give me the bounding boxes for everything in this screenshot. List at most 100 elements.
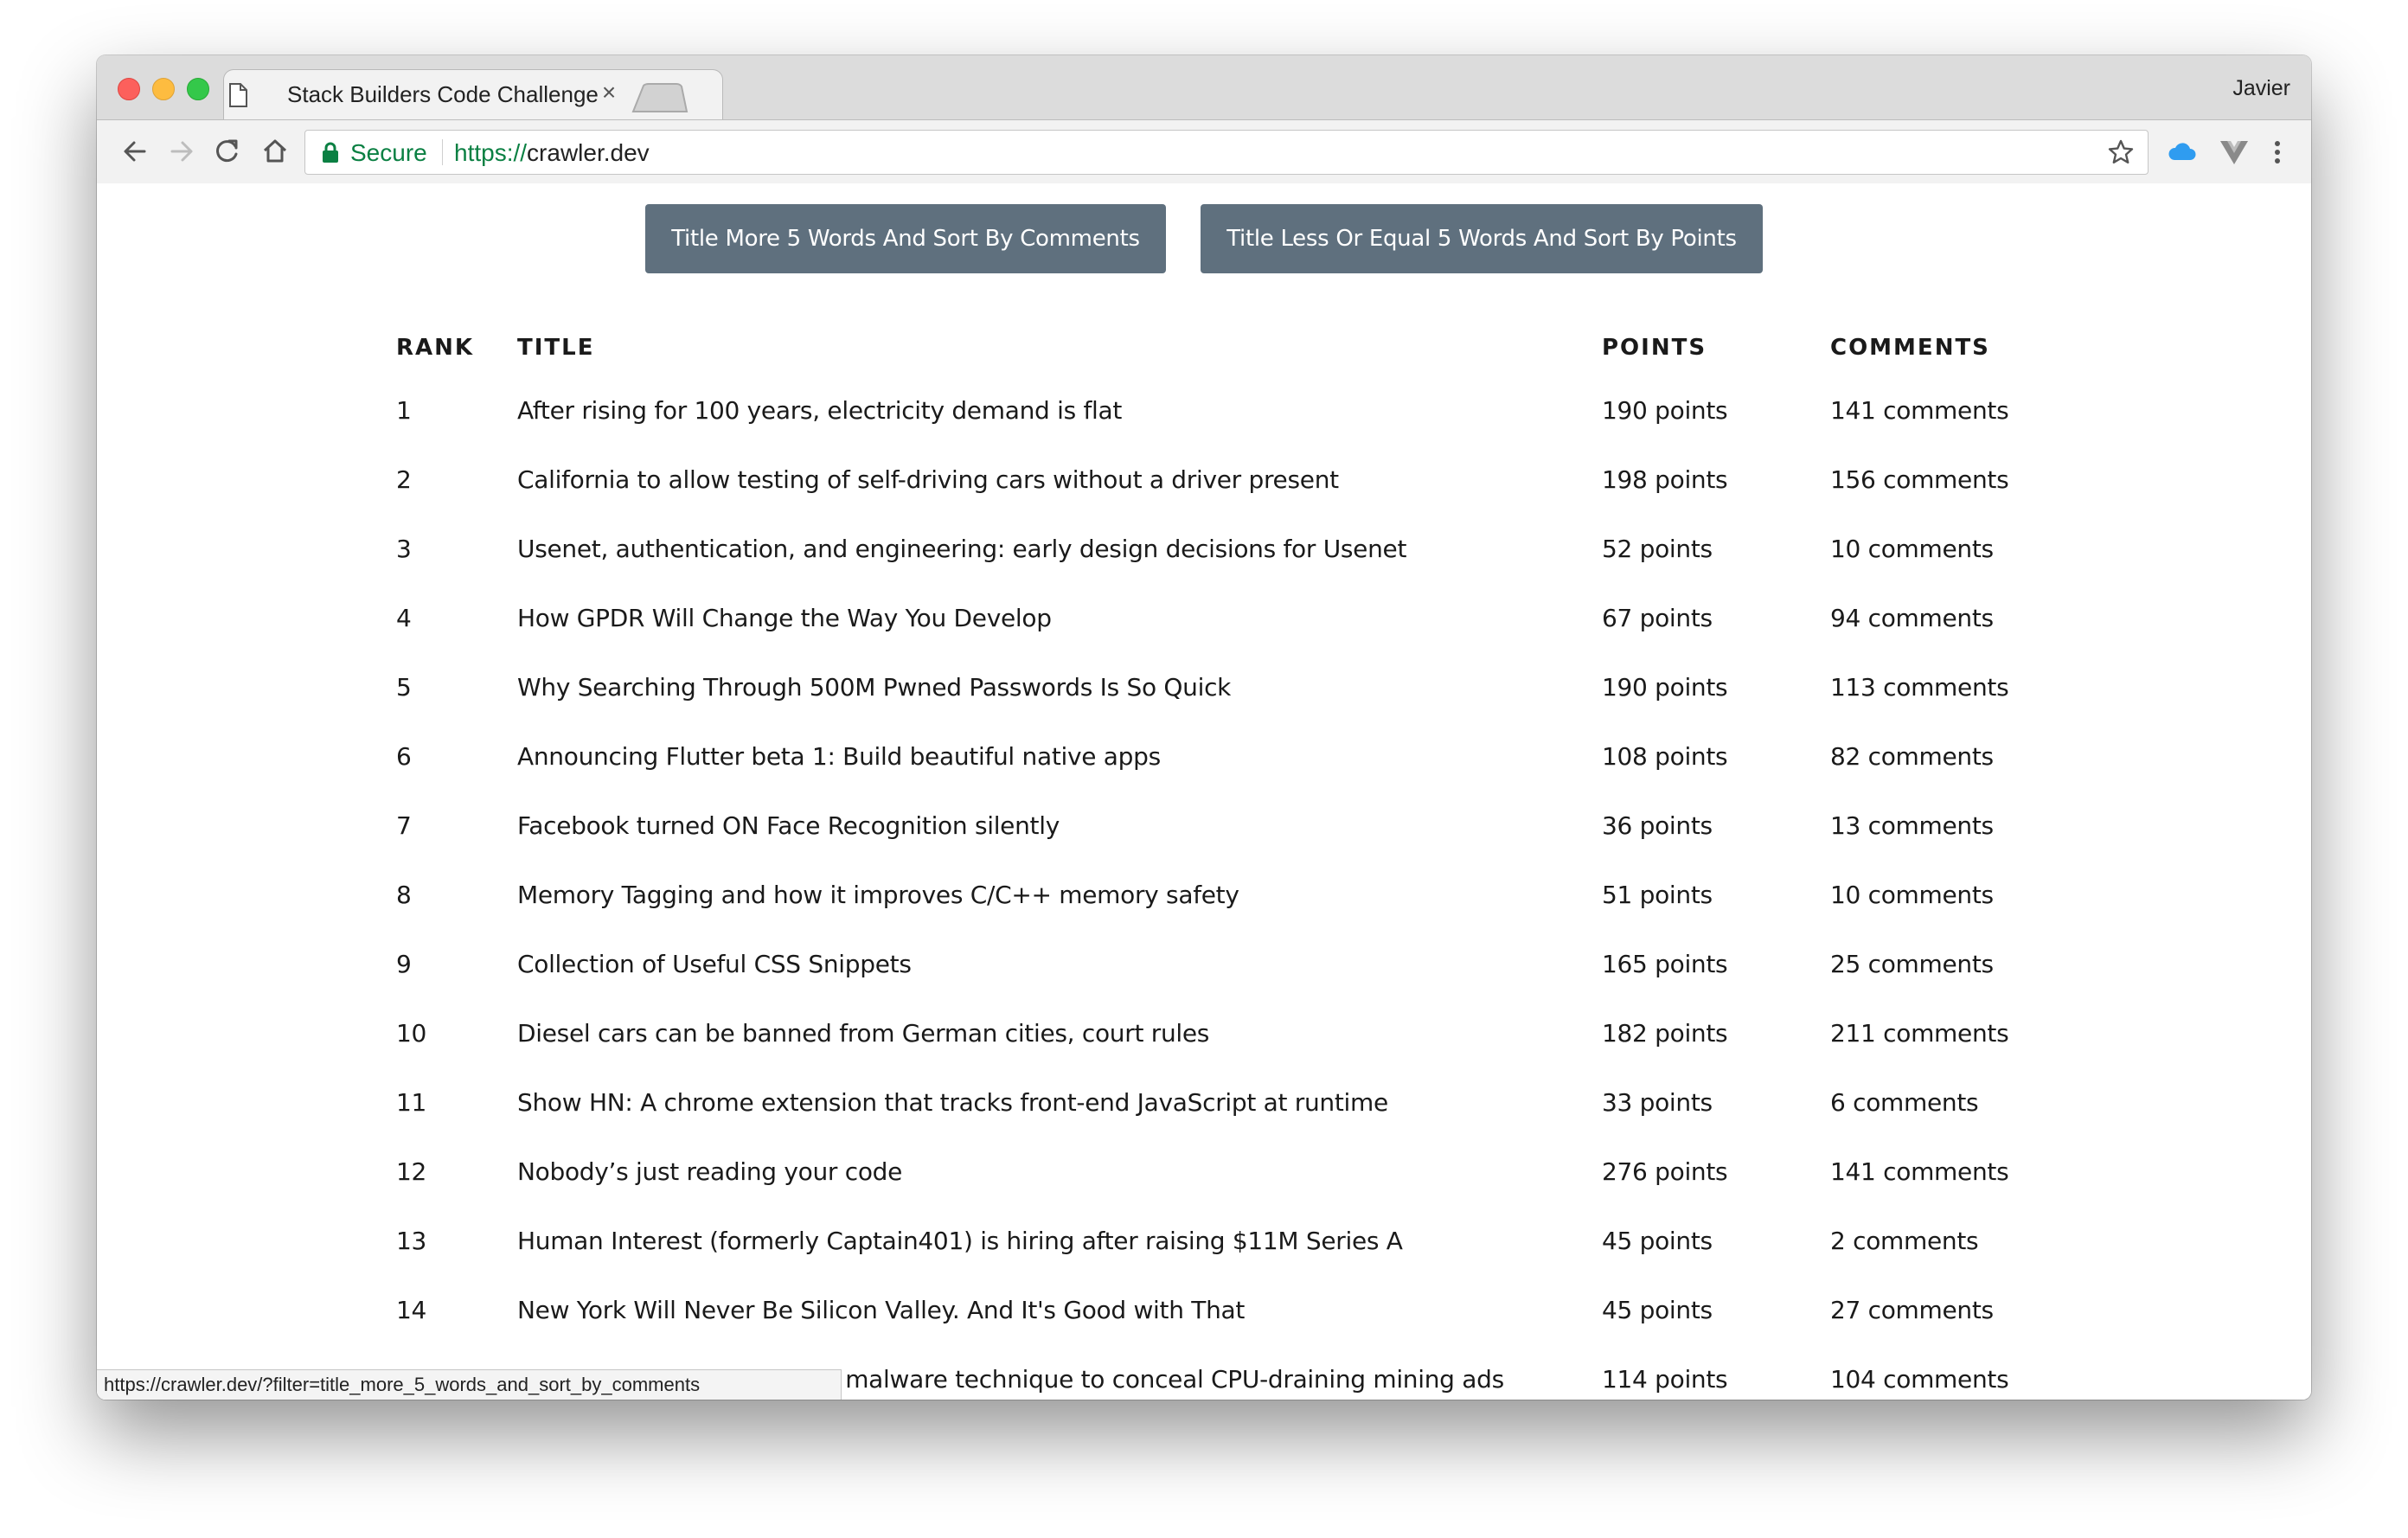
back-icon[interactable] [116, 132, 154, 170]
title-cell: How GPDR Will Change the Way You Develop [517, 603, 1052, 632]
comments-cell: 141 comments [1830, 1157, 2009, 1186]
comments-cell: 10 comments [1830, 534, 1994, 563]
points-cell: 45 points [1602, 1226, 1713, 1255]
rank-cell: 11 [396, 1087, 427, 1117]
rank-cell: 2 [396, 465, 412, 494]
rank-cell: 12 [396, 1157, 427, 1186]
comments-cell: 10 comments [1830, 880, 1994, 909]
rank-cell: 14 [396, 1295, 427, 1324]
forward-icon[interactable] [163, 132, 201, 170]
menu-icon[interactable] [2266, 136, 2289, 169]
rank-cell: 6 [396, 741, 412, 771]
title-cell: Show HN: A chrome extension that tracks … [517, 1087, 1388, 1117]
home-icon[interactable] [256, 132, 294, 170]
profile-name[interactable]: Javier [2232, 76, 2290, 101]
title-cell: Nobody’s just reading your code [517, 1157, 903, 1186]
table-row: 7 Facebook turned ON Face Recognition sil… [382, 791, 2090, 860]
table-row: 12 Nobody’s just reading your code 276 poi… [382, 1137, 2090, 1206]
address-bar[interactable]: Secure https://crawler.dev [304, 130, 2149, 175]
points-header: POINTS [1602, 335, 1707, 361]
table-row: 14 New York Will Never Be Silicon Valley.… [382, 1275, 2090, 1344]
comments-cell: 6 comments [1830, 1087, 1979, 1117]
points-cell: 45 points [1602, 1295, 1713, 1324]
rank-cell: 13 [396, 1226, 427, 1255]
table-body: 1 After rising for 100 years, electricity… [382, 375, 2090, 1400]
browser-window: Stack Builders Code Challenge × Javier S… [97, 55, 2311, 1400]
comments-cell: 104 comments [1830, 1364, 2009, 1394]
table-row: 1 After rising for 100 years, electricity… [382, 375, 2090, 445]
new-tab-button[interactable] [631, 83, 688, 112]
rank-cell: 3 [396, 534, 412, 563]
table-row: 13 Human Interest (formerly Captain401) i… [382, 1206, 2090, 1275]
maximize-window-button[interactable] [187, 78, 209, 100]
url-text[interactable]: https://crawler.dev [454, 139, 650, 167]
comments-cell: 94 comments [1830, 603, 1994, 632]
rank-cell: 8 [396, 880, 412, 909]
points-cell: 165 points [1602, 949, 1728, 978]
rank-cell: 4 [396, 603, 412, 632]
points-cell: 52 points [1602, 534, 1713, 563]
comments-cell: 27 comments [1830, 1295, 1994, 1324]
points-cell: 36 points [1602, 811, 1713, 840]
cloud-extension-icon[interactable] [2166, 136, 2199, 169]
title-cell: New York Will Never Be Silicon Valley. A… [517, 1295, 1246, 1324]
rank-cell: 5 [396, 672, 412, 702]
page-icon [229, 83, 247, 107]
lock-icon [323, 142, 338, 163]
comments-cell: 25 comments [1830, 949, 1994, 978]
table-row: 9 Collection of Useful CSS Snippets 165 po… [382, 929, 2090, 998]
filter-less-equal-5-words-button[interactable]: Title Less Or Equal 5 Words And Sort By … [1201, 204, 1763, 273]
page-content: Title More 5 Words And Sort By Comments … [97, 183, 2311, 1400]
table-row: 4 How GPDR Will Change the Way You Develo… [382, 583, 2090, 652]
browser-toolbar: Secure https://crawler.dev [97, 119, 2311, 185]
points-cell: 114 points [1602, 1364, 1728, 1394]
address-separator [442, 139, 443, 165]
points-cell: 33 points [1602, 1087, 1713, 1117]
table-row: 6 Announcing Flutter beta 1: Build beauti… [382, 721, 2090, 791]
title-cell: Human Interest (formerly Captain401) is … [517, 1226, 1403, 1255]
title-cell: Collection of Useful CSS Snippets [517, 949, 912, 978]
title-cell: After rising for 100 years, electricity … [517, 395, 1123, 425]
points-cell: 51 points [1602, 880, 1713, 909]
rank-cell: 1 [396, 395, 412, 425]
status-bar-url: https://crawler.dev/?filter=title_more_5… [97, 1369, 842, 1400]
comments-header: COMMENTS [1830, 335, 1990, 361]
points-cell: 198 points [1602, 465, 1728, 494]
title-cell: Diesel cars can be banned from German ci… [517, 1018, 1210, 1048]
comments-cell: 13 comments [1830, 811, 1994, 840]
url-host: crawler.dev [527, 139, 650, 166]
reload-icon[interactable] [208, 132, 246, 170]
title-cell: Memory Tagging and how it improves C/C++… [517, 880, 1239, 909]
star-icon[interactable] [2106, 138, 2136, 167]
points-cell: 190 points [1602, 395, 1728, 425]
tab-close-icon[interactable]: × [596, 78, 622, 107]
comments-cell: 141 comments [1830, 395, 2009, 425]
points-cell: 108 points [1602, 741, 1728, 771]
points-cell: 182 points [1602, 1018, 1728, 1048]
table-header-row: RANK TITLE POINTS COMMENTS [382, 320, 2090, 375]
table-row: 11 Show HN: A chrome extension that track… [382, 1067, 2090, 1137]
comments-cell: 113 comments [1830, 672, 2009, 702]
table-row: 8 Memory Tagging and how it improves C/C+… [382, 860, 2090, 929]
tab-strip: Stack Builders Code Challenge × Javier [97, 55, 2311, 122]
filter-more-5-words-button[interactable]: Title More 5 Words And Sort By Comments [645, 204, 1166, 273]
points-cell: 67 points [1602, 603, 1713, 632]
title-cell: Why Searching Through 500M Pwned Passwor… [517, 672, 1232, 702]
rank-cell: 10 [396, 1018, 427, 1048]
close-window-button[interactable] [118, 78, 140, 100]
vue-extension-icon[interactable] [2218, 136, 2251, 169]
title-cell: California to allow testing of self-driv… [517, 465, 1339, 494]
table-row: 5 Why Searching Through 500M Pwned Passwo… [382, 652, 2090, 721]
rank-header: RANK [396, 335, 475, 361]
title-cell: Announcing Flutter beta 1: Build beautif… [517, 741, 1161, 771]
title-cell: Facebook turned ON Face Recognition sile… [517, 811, 1060, 840]
title-cell: Usenet, authentication, and engineering:… [517, 534, 1407, 563]
table-row: 2 California to allow testing of self-dri… [382, 445, 2090, 514]
comments-cell: 2 comments [1830, 1226, 1979, 1255]
minimize-window-button[interactable] [152, 78, 175, 100]
points-cell: 276 points [1602, 1157, 1728, 1186]
comments-cell: 211 comments [1830, 1018, 2009, 1048]
comments-cell: 156 comments [1830, 465, 2009, 494]
table-row: 3 Usenet, authentication, and engineering… [382, 514, 2090, 583]
secure-label: Secure [350, 139, 427, 166]
